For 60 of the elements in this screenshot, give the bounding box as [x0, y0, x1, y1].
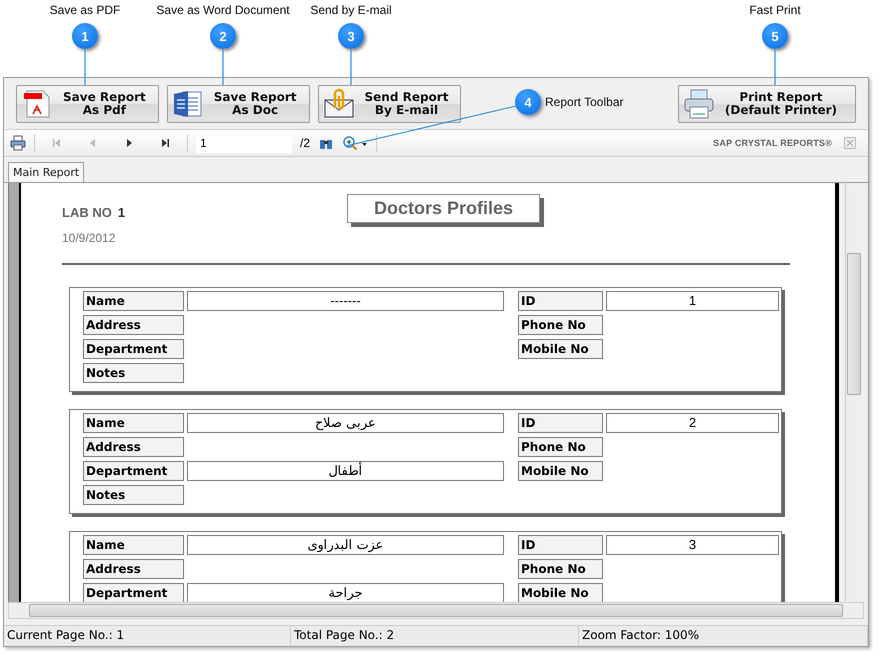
- callout-number: 5: [762, 23, 788, 49]
- status-item: Current Page No.: 1: [4, 626, 291, 646]
- vertical-scrollbar[interactable]: [845, 183, 862, 602]
- field-label: Name: [83, 535, 184, 555]
- callout-label: Report Toolbar: [545, 95, 624, 109]
- field-label: Mobile No: [518, 583, 603, 602]
- leader-line: [350, 48, 352, 86]
- field-label: Department: [83, 583, 184, 602]
- field-label: Phone No: [518, 437, 603, 457]
- printer-icon[interactable]: [10, 135, 26, 151]
- field-label: Address: [83, 315, 184, 335]
- lab-number: 1: [118, 205, 126, 220]
- lab-label: LAB NO: [62, 205, 112, 220]
- action-button[interactable]: Print Report (Default Printer): [678, 84, 856, 122]
- page-number-field[interactable]: 1: [196, 133, 292, 153]
- field-value: أطفال: [187, 461, 504, 481]
- field-label: Name: [83, 413, 184, 433]
- field-label: Address: [83, 437, 184, 457]
- zoom-icon[interactable]: [342, 135, 368, 151]
- field-value: 2: [606, 413, 779, 433]
- callout-number: 1: [72, 23, 98, 49]
- field-value: عربى صلاح: [187, 413, 504, 433]
- leader-line: [774, 48, 776, 86]
- action-button[interactable]: Save Report As Doc: [166, 84, 310, 122]
- callout-number: 2: [210, 23, 236, 49]
- horizontal-scrollbar[interactable]: [8, 602, 864, 619]
- field-label: Mobile No: [518, 461, 603, 481]
- field-value: 1: [606, 291, 779, 311]
- field-label: ID: [518, 413, 603, 433]
- status-item: Zoom Factor: 100%: [579, 626, 868, 646]
- envelope-clip-icon: [322, 88, 354, 120]
- field-label: Notes: [83, 485, 184, 505]
- field-label: Department: [83, 339, 184, 359]
- field-label: Department: [83, 461, 184, 481]
- field-value: -------: [187, 291, 504, 311]
- action-button[interactable]: Save Report As Pdf: [16, 84, 159, 122]
- field-value: عزت البدراوى: [187, 535, 504, 555]
- printer-icon: [682, 88, 715, 120]
- field-label: Phone No: [518, 559, 603, 579]
- field-label: Mobile No: [518, 339, 603, 359]
- field-label: Notes: [83, 363, 184, 383]
- field-label: ID: [518, 535, 603, 555]
- leader-line: [222, 48, 224, 86]
- callout-label: Save as Word Document: [156, 3, 290, 17]
- callout-label: Save as PDF: [50, 3, 120, 17]
- report-date: 10/9/2012: [62, 231, 116, 245]
- callout-number: 3: [338, 23, 364, 49]
- field-label: Address: [83, 559, 184, 579]
- page-total: /2: [300, 136, 310, 150]
- callout-label: Fast Print: [749, 3, 801, 17]
- field-value: 3: [606, 535, 779, 555]
- callout-label: Send by E-mail: [310, 3, 392, 17]
- status-item: Total Page No.: 2: [291, 626, 579, 646]
- report-tab[interactable]: Main Report: [8, 162, 84, 182]
- action-button[interactable]: Send Report By E-mail: [318, 84, 462, 122]
- field-label: ID: [518, 291, 603, 311]
- field-label: Phone No: [518, 315, 603, 335]
- leader-line: [84, 48, 86, 86]
- field-label: Name: [83, 291, 184, 311]
- brand-label: SAP CRYSTAL REPORTS®: [713, 138, 832, 148]
